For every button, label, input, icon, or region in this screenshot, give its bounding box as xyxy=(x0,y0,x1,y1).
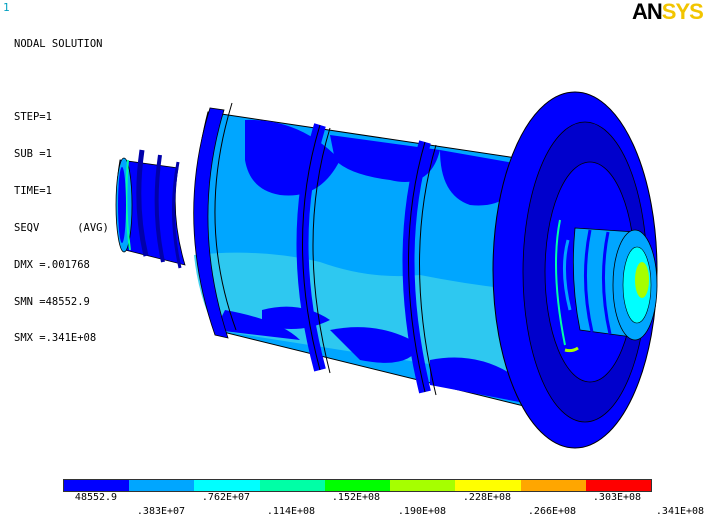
legend-label: .303E+08 xyxy=(592,492,642,503)
legend-swatch-1 xyxy=(64,480,130,491)
legend-label: 48552.9 xyxy=(74,492,118,503)
legend-swatch-3 xyxy=(194,480,260,491)
legend-label: .266E+08 xyxy=(527,506,577,517)
legend-label: .114E+08 xyxy=(266,506,316,517)
legend-swatch-4 xyxy=(259,480,325,491)
legend-swatch-6 xyxy=(390,480,456,491)
legend-label: .762E+07 xyxy=(201,492,251,503)
drum-body xyxy=(193,102,541,411)
legend-label: .152E+08 xyxy=(331,492,381,503)
left-shaft xyxy=(115,149,186,269)
legend-label: .341E+08 xyxy=(655,506,705,517)
legend-swatch-5 xyxy=(324,480,391,491)
contour-legend-bar xyxy=(63,479,652,492)
right-shaft xyxy=(572,227,658,341)
legend-label: .228E+08 xyxy=(462,492,512,503)
legend-swatch-7 xyxy=(455,480,521,491)
legend-swatch-8 xyxy=(520,480,586,491)
legend-label: .190E+08 xyxy=(397,506,447,517)
legend-label: .383E+07 xyxy=(136,506,186,517)
legend-swatch-9 xyxy=(585,480,651,491)
stress-contour-model[interactable] xyxy=(0,0,714,470)
legend-swatch-2 xyxy=(129,480,195,491)
